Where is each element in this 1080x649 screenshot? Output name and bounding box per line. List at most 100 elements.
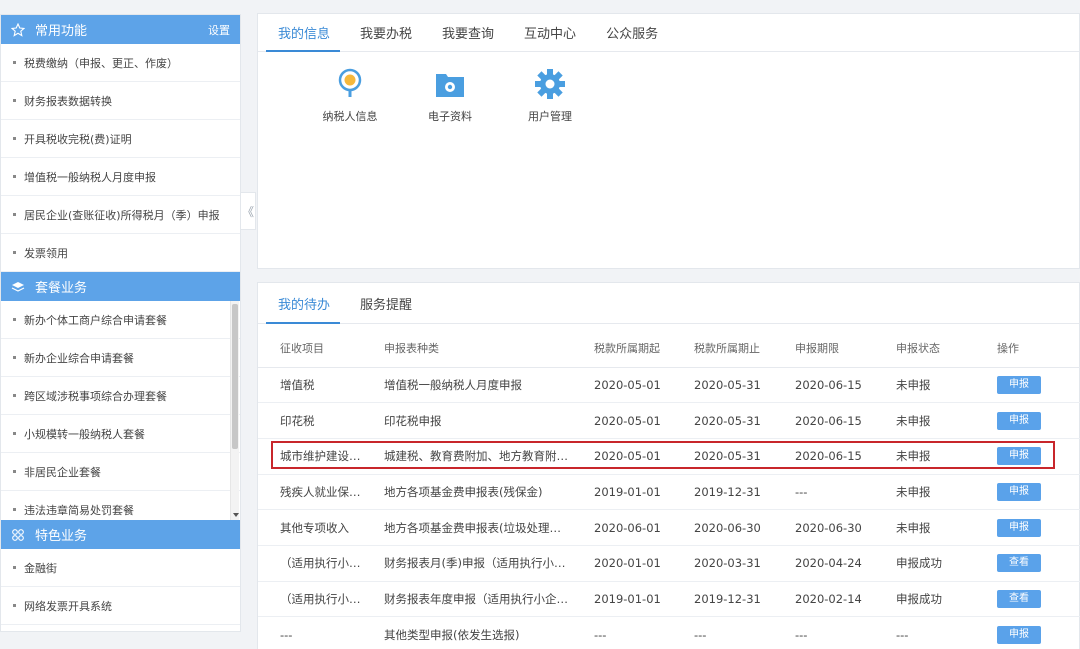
table-cell: 2019-01-01 xyxy=(572,474,672,511)
table-cell: --- xyxy=(672,616,773,649)
action-button[interactable]: 申报 xyxy=(997,482,1041,501)
package-item[interactable]: 新办个体工商户综合申请套餐 xyxy=(1,301,240,339)
special-item[interactable]: 金融街 xyxy=(1,549,240,587)
taxpayer-info-card[interactable]: 纳税人信息 xyxy=(300,67,400,124)
section-special-title: 特色业务 xyxy=(35,529,88,544)
table-cell: 其他类型申报(依发生选报) xyxy=(362,616,572,649)
sidebar: 常用功能 设置 税费缴纳（申报、更正、作废） 财务报表数据转换开具税收完税(费)证… xyxy=(0,14,241,632)
todo-tab[interactable]: 服务提醒 xyxy=(348,283,430,323)
column-header: 申报状态 xyxy=(874,330,975,368)
table-cell: 2020-05-01 xyxy=(572,402,672,439)
action-button[interactable]: 申报 xyxy=(997,411,1041,430)
table-cell: 2020-05-31 xyxy=(672,402,773,439)
table-cell: 城市维护建设税、… xyxy=(258,438,362,475)
table-cell: 2020-03-31 xyxy=(672,545,773,582)
action-button[interactable]: 申报 xyxy=(997,447,1041,466)
table-cell: 2020-05-31 xyxy=(672,438,773,475)
common-item-label: 税费缴纳（申报、更正、作废） xyxy=(24,56,178,70)
table-cell: （适用执行小企业… xyxy=(258,581,362,618)
table-cell: 财务报表年度申报（适用执行小企业会计… xyxy=(362,581,572,618)
action-button[interactable]: 申报 xyxy=(997,625,1041,644)
section-packages-header[interactable]: 套餐业务 xyxy=(1,272,240,301)
common-item[interactable]: 增值税一般纳税人月度申报 xyxy=(1,158,240,196)
todo-table: 征收项目 申报表种类 税款所属期起 税款所属期止 申报期限 申报状态 操作 增值税 增值税一般… xyxy=(258,330,1080,649)
e-document-label: 电子资料 xyxy=(428,110,472,123)
action-button[interactable]: 查看 xyxy=(997,554,1041,573)
common-item-label: 开具税收完税(费)证明 xyxy=(24,132,132,146)
scrollbar-thumb[interactable] xyxy=(232,304,238,449)
special-list: 金融街网络发票开具系统 xyxy=(1,549,240,625)
table-cell: 未申报 xyxy=(874,402,975,439)
common-item-label: 增值税一般纳税人月度申报 xyxy=(24,170,156,184)
e-document-card[interactable]: 电子资料 xyxy=(400,67,500,124)
table-cell: 残疾人就业保障金 xyxy=(258,474,362,511)
common-item[interactable]: 发票领用 xyxy=(1,234,240,272)
column-header: 税款所属期止 xyxy=(672,330,773,368)
info-tab[interactable]: 我的信息 xyxy=(266,14,348,52)
section-special-header[interactable]: 特色业务 xyxy=(1,520,240,549)
table-cell: 未申报 xyxy=(874,509,975,546)
user-management-card[interactable]: 用户管理 xyxy=(500,67,600,124)
common-item[interactable]: 开具税收完税(费)证明 xyxy=(1,120,240,158)
package-item-label: 违法违章简易处罚套餐 xyxy=(24,503,134,517)
action-cell: 申报 xyxy=(975,509,1080,546)
double-chevron-left-icon: 《 xyxy=(241,204,254,219)
table-row: 残疾人就业保障金地方各项基金费申报表(残保金)2019-01-012019-12… xyxy=(258,474,1080,511)
package-item[interactable]: 违法违章简易处罚套餐 xyxy=(1,491,240,520)
section-common-header[interactable]: 常用功能 设置 xyxy=(1,15,240,44)
table-row: 印花税 印花税申报 2020-05-01 2020-05-31 2020-06-15 未申… xyxy=(258,402,1080,439)
special-item[interactable]: 网络发票开具系统 xyxy=(1,587,240,625)
table-cell: 2019-12-31 xyxy=(672,474,773,511)
table-cell: 申报成功 xyxy=(874,545,975,582)
table-cell: 财务报表月(季)申报（适用执行小企业会… xyxy=(362,545,572,582)
table-cell: --- xyxy=(773,616,874,649)
package-item-label: 非居民企业套餐 xyxy=(24,465,101,479)
info-tab[interactable]: 公众服务 xyxy=(594,14,676,51)
package-item[interactable]: 非居民企业套餐 xyxy=(1,453,240,491)
table-cell: --- xyxy=(258,616,362,649)
table-cell: --- xyxy=(874,616,975,649)
bullet-icon xyxy=(13,566,16,569)
bullet-icon xyxy=(13,432,16,435)
info-tabs: 我的信息 我要办税 我要查询 互动中心 公众服务 xyxy=(258,14,1079,52)
todo-panel: 我的待办 服务提醒 征收项目 申报表种类 税款所属期起 税款所属期止 申报期限 申报状态 操作… xyxy=(257,282,1080,649)
column-header: 征收项目 xyxy=(258,330,362,368)
package-item-label: 新办个体工商户综合申请套餐 xyxy=(24,313,167,327)
column-header: 申报期限 xyxy=(773,330,874,368)
info-tab[interactable]: 我要办税 xyxy=(348,14,430,51)
table-cell: 2020-01-01 xyxy=(572,545,672,582)
package-item[interactable]: 小规模转一般纳税人套餐 xyxy=(1,415,240,453)
common-item[interactable]: 居民企业(查账征收)所得税月（季）申报 xyxy=(1,196,240,234)
table-cell: 2020-06-15 xyxy=(773,438,874,475)
column-header: 申报表种类 xyxy=(362,330,572,368)
settings-link[interactable]: 设置 xyxy=(208,22,230,38)
table-row: 其他专项收入地方各项基金费申报表(垃圾处理费)申报表2020-06-012020… xyxy=(258,509,1080,546)
action-button[interactable]: 申报 xyxy=(997,518,1041,537)
table-cell: 2020-06-15 xyxy=(773,367,874,404)
info-tab[interactable]: 互动中心 xyxy=(512,14,594,51)
table-cell: 2020-04-24 xyxy=(773,545,874,582)
action-button[interactable]: 查看 xyxy=(997,589,1041,608)
scroll-down-arrow-icon[interactable] xyxy=(233,513,239,517)
todo-tab[interactable]: 我的待办 xyxy=(266,283,348,324)
table-cell: 城建税、教育费附加、地方教育附加税（… xyxy=(362,438,572,475)
action-button[interactable]: 申报 xyxy=(997,375,1041,394)
common-item[interactable]: 财务报表数据转换 xyxy=(1,82,240,120)
bullet-icon xyxy=(13,251,16,254)
info-tab[interactable]: 我要查询 xyxy=(430,14,512,51)
table-cell: 未申报 xyxy=(874,474,975,511)
bullet-icon xyxy=(13,356,16,359)
bullet-icon xyxy=(13,318,16,321)
packages-scrollbar[interactable] xyxy=(230,301,239,520)
table-cell: 地方各项基金费申报表(残保金) xyxy=(362,474,572,511)
package-item[interactable]: 新办企业综合申请套餐 xyxy=(1,339,240,377)
special-item-label: 金融街 xyxy=(24,561,57,575)
collapse-sidebar-button[interactable]: 《 xyxy=(241,192,256,230)
bullet-icon xyxy=(13,61,16,64)
package-item[interactable]: 跨区域涉税事项综合办理套餐 xyxy=(1,377,240,415)
table-cell: 增值税一般纳税人月度申报 xyxy=(362,367,572,404)
table-cell: 增值税 xyxy=(258,367,362,404)
gear-icon xyxy=(533,67,567,101)
common-item[interactable]: 税费缴纳（申报、更正、作废） xyxy=(1,44,240,82)
bullet-icon xyxy=(13,394,16,397)
